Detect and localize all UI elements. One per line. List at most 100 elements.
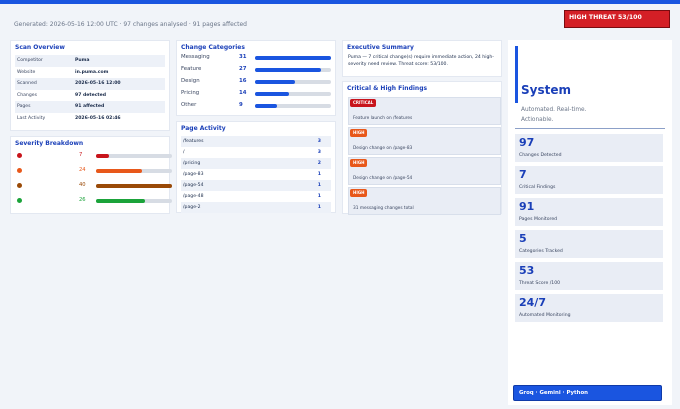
table-row: Changes 97 detected	[15, 90, 165, 102]
category-label: Feature	[181, 66, 202, 72]
table-row: /page-48 1	[181, 191, 331, 202]
category-count: 16	[239, 78, 247, 84]
severity-bar-track	[96, 199, 172, 203]
category-bar-track	[255, 92, 331, 96]
finding-text: Feature launch on /features	[353, 116, 413, 121]
category-bar-track	[255, 56, 331, 60]
stat-label: Categories Tracked	[519, 249, 563, 254]
page-path: /features	[183, 139, 204, 144]
stat-label: Threat Score /100	[519, 281, 561, 286]
severity-badge: HIGH	[350, 129, 368, 137]
page-count: 2	[317, 161, 321, 166]
category-bar-fill	[255, 104, 278, 108]
severity-count: 7	[79, 152, 83, 158]
severity-count: 40	[79, 182, 86, 188]
finding-item[interactable]: HIGH Design change on /page-54	[348, 157, 501, 185]
table-row: /3	[181, 147, 331, 158]
table-row: /page-83 1	[181, 169, 331, 180]
table-row: Competitor Puma	[15, 55, 165, 67]
stat-label: Critical Findings	[519, 185, 556, 190]
table-row: Pages 91 affected	[15, 101, 165, 113]
category-row: Feature 27	[181, 66, 337, 76]
stat-tile: 53 Threat Score /100	[515, 262, 663, 290]
category-bar-fill	[255, 56, 331, 60]
category-label: Pricing	[181, 90, 200, 96]
executive-summary-title: Executive Summary	[347, 44, 414, 51]
finding-text: Design change on /page-83	[353, 146, 413, 151]
finding-text: 31 messaging changes total	[353, 206, 414, 211]
category-bar-fill	[255, 80, 295, 84]
severity-bar-fill	[96, 184, 172, 188]
category-count: 14	[239, 90, 247, 96]
page-count: 3	[317, 150, 321, 155]
findings-title: Critical & High Findings	[347, 85, 428, 92]
category-count: 9	[239, 102, 243, 108]
severity-row: 26	[17, 197, 175, 205]
severity-dot	[17, 168, 22, 173]
page-path: /	[183, 150, 185, 155]
stat-tile: 97 Changes Detected	[515, 134, 663, 162]
row-value: in.puma.com	[75, 69, 109, 75]
category-bar-fill	[255, 92, 290, 96]
category-bar-track	[255, 104, 331, 108]
category-bar-track	[255, 80, 331, 84]
system-panel: System Automated. Real-time. Actionable.…	[508, 40, 672, 405]
table-row: /pricing 2	[181, 158, 331, 169]
page-activity-title: Page Activity	[181, 125, 226, 132]
page-count: 3	[317, 139, 321, 144]
row-value: Puma	[75, 58, 90, 64]
finding-item[interactable]: HIGH Design change on /page-83	[348, 127, 501, 155]
divider	[515, 128, 665, 129]
page-path: /page-48	[183, 194, 204, 199]
finding-item[interactable]: CRITICAL Feature launch on /features	[348, 97, 501, 125]
stat-label: Automated Monitoring	[519, 313, 571, 318]
row-key: Changes	[17, 92, 37, 98]
category-row: Design 16	[181, 78, 337, 88]
system-accent-bar	[515, 46, 518, 103]
stat-tile: 7 Critical Findings	[515, 166, 663, 194]
top-accent-bar	[0, 0, 680, 4]
stat-value: 91	[519, 200, 535, 213]
scan-overview-card: Scan Overview Competitor Puma Website in.p…	[10, 40, 170, 131]
row-value: 97 detected	[75, 92, 107, 98]
tech-stack-badge: Groq · Gemini · Python	[513, 385, 662, 401]
system-subtitle: Automated. Real-time. Actionable.	[521, 107, 587, 123]
table-row: Website in.puma.com	[15, 67, 165, 79]
stat-label: Changes Detected	[519, 153, 562, 158]
stat-label: Pages Monitored	[519, 217, 558, 222]
category-row: Messaging 31	[181, 54, 337, 64]
stat-value: 5	[519, 232, 527, 245]
row-value: 2026-05-16 02:46	[75, 115, 121, 121]
severity-row: 40	[17, 182, 175, 190]
executive-summary-text: Puma — 7 critical change(s) require imme…	[348, 55, 494, 68]
category-row: Other 9	[181, 102, 337, 112]
page-path: /page-54	[183, 183, 204, 188]
scan-overview-table: Competitor Puma Website in.puma.com Scanne…	[15, 55, 165, 124]
severity-bar-fill	[96, 199, 146, 203]
finding-item[interactable]: HIGH 31 messaging changes total	[348, 187, 501, 215]
stat-tile: 5 Categories Tracked	[515, 230, 663, 258]
row-key: Competitor	[17, 58, 43, 64]
severity-bar-fill	[96, 154, 109, 158]
stat-value: 7	[519, 168, 527, 181]
page-activity-card: Page Activity /features 3 /3 /pricing 2 /p…	[176, 121, 336, 213]
severity-dot	[17, 198, 22, 203]
page-count: 1	[317, 183, 321, 188]
row-key: Last Activity	[17, 115, 46, 121]
severity-dot	[17, 153, 22, 158]
category-count: 27	[239, 66, 247, 72]
severity-badge: CRITICAL	[350, 99, 377, 107]
threat-badge: HIGH THREAT 53/100	[564, 10, 670, 28]
category-bar-fill	[255, 68, 322, 72]
stat-tile: 24/7 Automated Monitoring	[515, 294, 663, 322]
change-categories-card: Change Categories Messaging 31 Feature 27 …	[176, 40, 336, 116]
row-key: Scanned	[17, 81, 37, 87]
stat-tile: 91 Pages Monitored	[515, 198, 663, 226]
severity-card: Severity Breakdown 7 24 40 26	[10, 136, 172, 214]
page-activity-table: /features 3 /3 /pricing 2 /page-83 1 /page-…	[181, 136, 331, 213]
stat-value: 53	[519, 264, 535, 277]
severity-count: 24	[79, 167, 86, 173]
severity-row: 24	[17, 167, 175, 175]
row-value: 2026-05-16 12:00	[75, 81, 121, 87]
page-path: /page-83	[183, 172, 204, 177]
